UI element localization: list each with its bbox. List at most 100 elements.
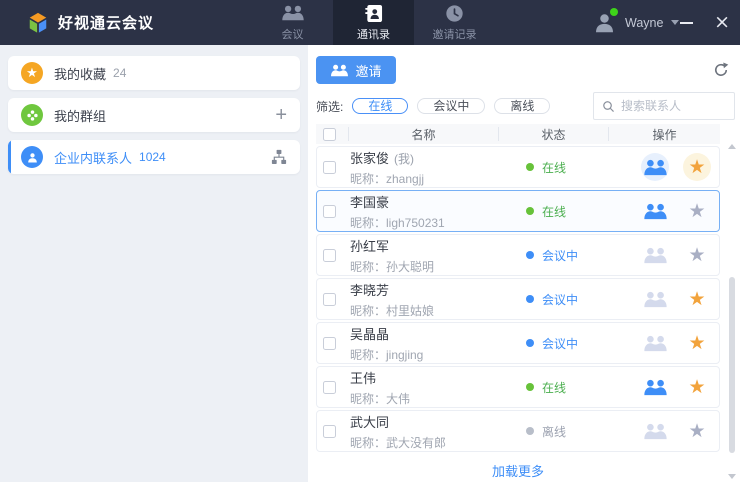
favorite-star-icon[interactable]: ★ [683,153,711,181]
app-title: 好视通云会议 [58,12,154,33]
favorite-star-icon[interactable]: ★ [683,285,711,313]
select-all-checkbox[interactable] [323,128,336,141]
app-logo: 好视通云会议 [27,12,154,34]
row-checkbox[interactable] [323,161,336,174]
search-icon [602,100,615,113]
status-label: 会议中 [542,335,578,352]
favorite-star-icon[interactable]: ★ [683,417,711,445]
search-input[interactable] [621,99,726,113]
column-header-ops: 操作 [609,127,720,141]
contact-row[interactable]: 吴晶晶 昵称：jingjing 会议中 ★ [316,322,720,364]
org-chart-icon[interactable] [271,149,287,165]
contact-nickname: 昵称：ligh750231 [350,214,500,231]
contact-row[interactable]: 李晓芳 昵称：村里姑娘 会议中 ★ [316,278,720,320]
app-body: ★ 我的收藏 24 我的群组 + 企业内联系人 1024 邀请 [0,45,740,482]
scrollbar-thumb[interactable] [729,277,735,453]
sidebar: ★ 我的收藏 24 我的群组 + 企业内联系人 1024 [0,45,308,482]
invite-to-meeting-icon[interactable] [641,153,669,181]
sidebar-item-my-groups[interactable]: 我的群组 + [8,98,300,132]
row-checkbox[interactable] [323,249,336,262]
contact-row[interactable]: 武大同 昵称：武大没有郎 离线 ★ [316,410,720,452]
contact-row[interactable]: 王伟 昵称：大伟 在线 ★ [316,366,720,408]
status-dot-icon [526,251,534,259]
filter-pill[interactable]: 离线 [494,98,550,114]
contact-status: 会议中 [500,335,610,352]
invite-to-meeting-icon[interactable] [641,329,669,357]
add-group-button[interactable]: + [275,104,287,127]
refresh-icon [713,62,729,78]
sidebar-item-enterprise-contacts[interactable]: 企业内联系人 1024 [8,140,300,174]
history-icon [445,4,464,23]
sidebar-item-my-favorites[interactable]: ★ 我的收藏 24 [8,56,300,90]
contact-name: 张家俊 [350,151,389,166]
contact-row[interactable]: 李国豪 昵称：ligh750231 在线 ★ [316,190,720,232]
status-dot-icon [526,427,534,435]
row-checkbox[interactable] [323,381,336,394]
cube-logo-icon [27,12,49,34]
contacts-icon [364,4,383,23]
close-button[interactable]: × [714,13,730,32]
star-badge-icon: ★ [21,62,43,84]
contact-status: 在线 [500,159,610,176]
status-dot-icon [526,339,534,347]
invite-to-meeting-icon[interactable] [641,373,669,401]
row-checkbox[interactable] [323,205,336,218]
title-bar: 好视通云会议 会议 通讯录 邀请记录 Wayne × [0,0,740,45]
cluster-badge-icon [21,104,43,126]
scroll-down-arrow-icon[interactable] [728,474,736,479]
filter-pill[interactable]: 会议中 [417,98,485,114]
scroll-up-arrow-icon[interactable] [728,144,736,149]
contact-status: 在线 [500,379,610,396]
favorite-star-icon[interactable]: ★ [683,241,711,269]
row-checkbox[interactable] [323,337,336,350]
contact-status: 离线 [500,423,610,440]
column-header-status: 状态 [499,127,609,141]
filter-pill[interactable]: 在线 [352,98,408,114]
status-label: 会议中 [542,291,578,308]
invite-to-meeting-icon[interactable] [641,285,669,313]
tab-meetings[interactable]: 会议 [252,0,333,45]
online-presence-dot [610,8,618,16]
contact-row[interactable]: 孙红军 昵称：孙大聪明 会议中 ★ [316,234,720,276]
window-controls: × [680,0,730,45]
contact-name: 王伟 [350,371,376,386]
invite-to-meeting-icon[interactable] [641,417,669,445]
meeting-icon [281,4,305,23]
contact-name: 李晓芳 [350,283,389,298]
contact-name: 吴晶晶 [350,327,389,342]
tab-contacts[interactable]: 通讯录 [333,0,414,45]
status-label: 在线 [542,159,566,176]
user-menu[interactable]: Wayne [592,0,679,45]
invite-button[interactable]: 邀请 [316,56,396,84]
filter-bar: 筛选: 在线会议中离线 [316,92,740,120]
user-avatar [592,10,617,35]
contact-status: 会议中 [500,291,610,308]
app-window: 好视通云会议 会议 通讯录 邀请记录 Wayne × [0,0,740,482]
contact-nickname: 昵称：村里姑娘 [350,302,500,319]
favorite-star-icon[interactable]: ★ [683,329,711,357]
contact-name: 武大同 [350,415,389,430]
row-checkbox[interactable] [323,425,336,438]
refresh-button[interactable] [713,62,729,78]
row-checkbox[interactable] [323,293,336,306]
contact-nickname: 昵称：武大没有郎 [350,434,500,451]
contact-name-suffix: (我) [394,152,414,166]
contact-nickname: 昵称：大伟 [350,390,500,407]
minimize-button[interactable] [680,22,693,24]
filter-label: 筛选: [316,98,343,115]
contact-status: 在线 [500,203,610,220]
favorite-star-icon[interactable]: ★ [683,197,711,225]
scrollbar[interactable] [727,144,737,479]
invite-to-meeting-icon[interactable] [641,197,669,225]
load-more-link[interactable]: 加载更多 [316,461,720,480]
status-label: 在线 [542,379,566,396]
favorite-star-icon[interactable]: ★ [683,373,711,401]
meeting-people-icon [330,64,349,77]
tab-invite-history[interactable]: 邀请记录 [414,0,495,45]
contact-row[interactable]: 张家俊(我) 昵称：zhangjj 在线 ★ [316,146,720,188]
invite-to-meeting-icon[interactable] [641,241,669,269]
person-badge-icon [21,146,43,168]
status-dot-icon [526,163,534,171]
username: Wayne [625,16,663,30]
status-dot-icon [526,383,534,391]
